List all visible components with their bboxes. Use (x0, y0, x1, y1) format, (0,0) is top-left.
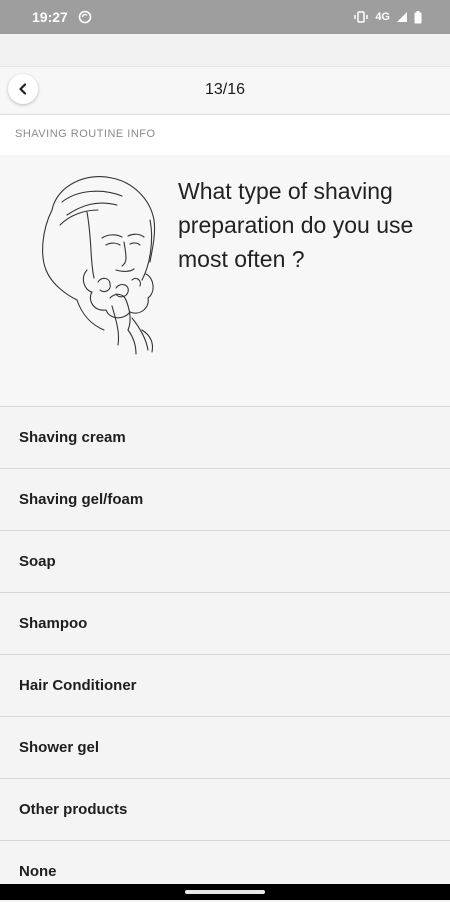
question-hero: What type of shaving preparation do you … (0, 155, 450, 406)
signal-icon (397, 12, 407, 22)
options-list: Shaving cream Shaving gel/foam Soap Sham… (0, 406, 450, 902)
man-shaving-illustration (42, 176, 156, 355)
network-type: 4G (375, 11, 390, 23)
app-top-strip (0, 34, 450, 66)
vibrate-icon (354, 11, 369, 23)
system-nav-bar (0, 884, 450, 900)
status-bar: 19:27 4G (0, 0, 450, 34)
section-title: SHAVING ROUTINE INFO (15, 128, 156, 140)
option-soap[interactable]: Soap (0, 530, 450, 592)
option-shampoo[interactable]: Shampoo (0, 592, 450, 654)
header: 13/16 (0, 66, 450, 115)
option-shaving-gel-foam[interactable]: Shaving gel/foam (0, 468, 450, 530)
status-time: 19:27 (32, 9, 68, 25)
option-hair-conditioner[interactable]: Hair Conditioner (0, 654, 450, 716)
sync-icon (78, 10, 92, 24)
battery-icon (414, 10, 422, 23)
section-bar: SHAVING ROUTINE INFO (0, 114, 450, 156)
option-shaving-cream[interactable]: Shaving cream (0, 406, 450, 468)
question-text: What type of shaving preparation do you … (178, 178, 414, 272)
home-gesture-handle[interactable] (185, 890, 265, 894)
option-shower-gel[interactable]: Shower gel (0, 716, 450, 778)
option-other-products[interactable]: Other products (0, 778, 450, 840)
question-counter: 13/16 (204, 81, 246, 98)
